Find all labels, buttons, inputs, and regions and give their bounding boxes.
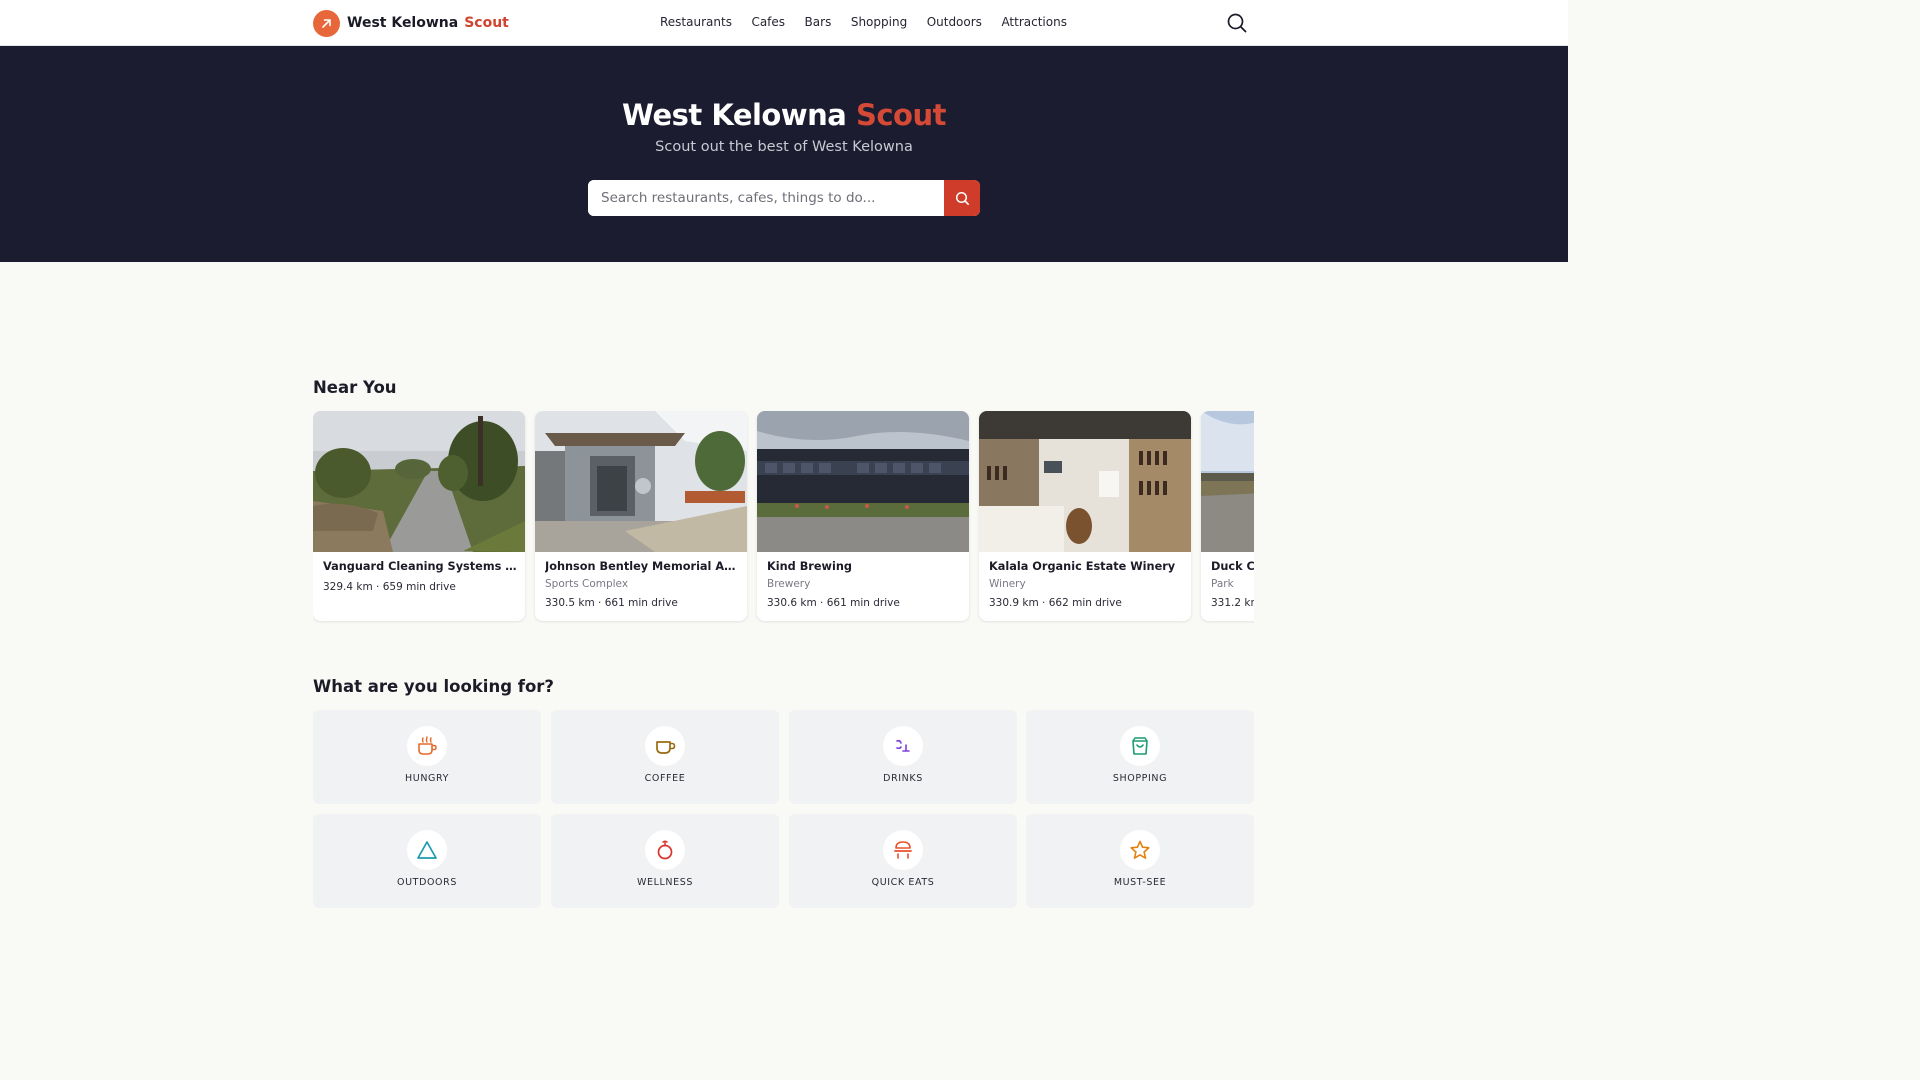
place-name: Kind Brewing: [767, 560, 852, 573]
place-card[interactable]: Kind Brewing Brewery 330.6 km · 661 min …: [757, 411, 969, 621]
category-label: SHOPPING: [1112, 773, 1168, 784]
header-search-button[interactable]: [1226, 12, 1248, 34]
near-you-heading: Near You: [313, 378, 397, 397]
category-label: HUNGRY: [405, 773, 449, 784]
place-name: Johnson Bentley Memorial Aquat...: [545, 560, 739, 573]
category-hungry[interactable]: HUNGRY: [313, 710, 541, 804]
category-label: DRINKS: [883, 773, 923, 784]
hero-banner: West Kelowna Scout Scout out the best of…: [0, 46, 1568, 262]
place-type: Park: [1211, 578, 1234, 590]
place-distance: 331.2 km: [1211, 597, 1254, 609]
category-outdoors[interactable]: OUTDOORS: [313, 814, 541, 908]
category-label: QUICK EATS: [871, 877, 935, 888]
category-quick-eats[interactable]: QUICK EATS: [789, 814, 1017, 908]
hero-search-bar: [588, 180, 980, 216]
place-photo-winery: [979, 411, 1191, 552]
place-card[interactable]: Kalala Organic Estate Winery Winery 330.…: [979, 411, 1191, 621]
nav-attractions[interactable]: Attractions: [1001, 15, 1067, 29]
place-type: Sports Complex: [545, 578, 629, 590]
search-submit-button[interactable]: [944, 180, 980, 216]
category-label: WELLNESS: [637, 877, 693, 888]
place-distance: 330.5 km · 661 min drive: [545, 597, 678, 609]
place-name: Vanguard Cleaning Systems of K...: [323, 560, 517, 573]
hero-title-main: West Kelowna: [622, 98, 847, 132]
place-photo-park: [1201, 411, 1254, 552]
place-card[interactable]: Duck Ci Park 331.2 km: [1201, 411, 1254, 621]
place-distance: 330.9 km · 662 min drive: [989, 597, 1122, 609]
main-nav: Restaurants Cafes Bars Shopping Outdoors…: [660, 15, 1086, 29]
search-icon: [955, 191, 969, 205]
brand-logo-icon: [313, 9, 340, 37]
place-name: Duck Ci: [1211, 560, 1254, 573]
categories-heading: What are you looking for?: [313, 677, 554, 696]
category-coffee[interactable]: COFFEE: [551, 710, 779, 804]
must-see-icon: [1120, 830, 1160, 870]
nav-cafes[interactable]: Cafes: [751, 15, 785, 29]
hungry-icon: [407, 726, 447, 766]
place-photo-brewery: [757, 411, 969, 552]
brand-name: West Kelowna: [347, 15, 459, 31]
category-label: COFFEE: [644, 773, 686, 784]
category-must-see[interactable]: MUST-SEE: [1026, 814, 1254, 908]
place-distance: 330.6 km · 661 min drive: [767, 597, 900, 609]
place-card[interactable]: Vanguard Cleaning Systems of K... 329.4 …: [313, 411, 525, 621]
category-wellness[interactable]: WELLNESS: [551, 814, 779, 908]
nav-outdoors[interactable]: Outdoors: [927, 15, 982, 29]
place-photo-trail: [313, 411, 525, 552]
category-label: MUST-SEE: [1113, 877, 1167, 888]
outdoors-icon: [407, 830, 447, 870]
brand-home-link[interactable]: West Kelowna Scout: [313, 9, 509, 37]
quick-eats-icon: [883, 830, 923, 870]
search-input[interactable]: [588, 180, 944, 216]
category-label: OUTDOORS: [397, 877, 457, 888]
nav-shopping[interactable]: Shopping: [851, 15, 907, 29]
hero-title-accent: Scout: [855, 98, 947, 132]
category-shopping[interactable]: SHOPPING: [1026, 710, 1254, 804]
nav-restaurants[interactable]: Restaurants: [660, 15, 732, 29]
place-name: Kalala Organic Estate Winery: [989, 560, 1176, 573]
near-you-carousel[interactable]: Vanguard Cleaning Systems of K... 329.4 …: [313, 411, 1254, 623]
search-icon: [1227, 13, 1247, 33]
hero-subtitle: Scout out the best of West Kelowna: [655, 139, 913, 155]
drinks-icon: [883, 726, 923, 766]
top-navbar: West Kelowna Scout Restaurants Cafes Bar…: [0, 0, 1568, 46]
place-photo-aquatic-centre: [535, 411, 747, 552]
shopping-bag-icon: [1120, 726, 1160, 766]
hero-title: West Kelowna Scout: [0, 98, 1568, 132]
brand-accent: Scout: [464, 15, 509, 31]
coffee-icon: [645, 726, 685, 766]
place-card[interactable]: Johnson Bentley Memorial Aquat... Sports…: [535, 411, 747, 621]
wellness-icon: [645, 830, 685, 870]
place-type: Winery: [989, 578, 1026, 590]
place-distance: 329.4 km · 659 min drive: [323, 581, 456, 593]
category-drinks[interactable]: DRINKS: [789, 710, 1017, 804]
place-type: Brewery: [767, 578, 811, 590]
nav-bars[interactable]: Bars: [805, 15, 832, 29]
